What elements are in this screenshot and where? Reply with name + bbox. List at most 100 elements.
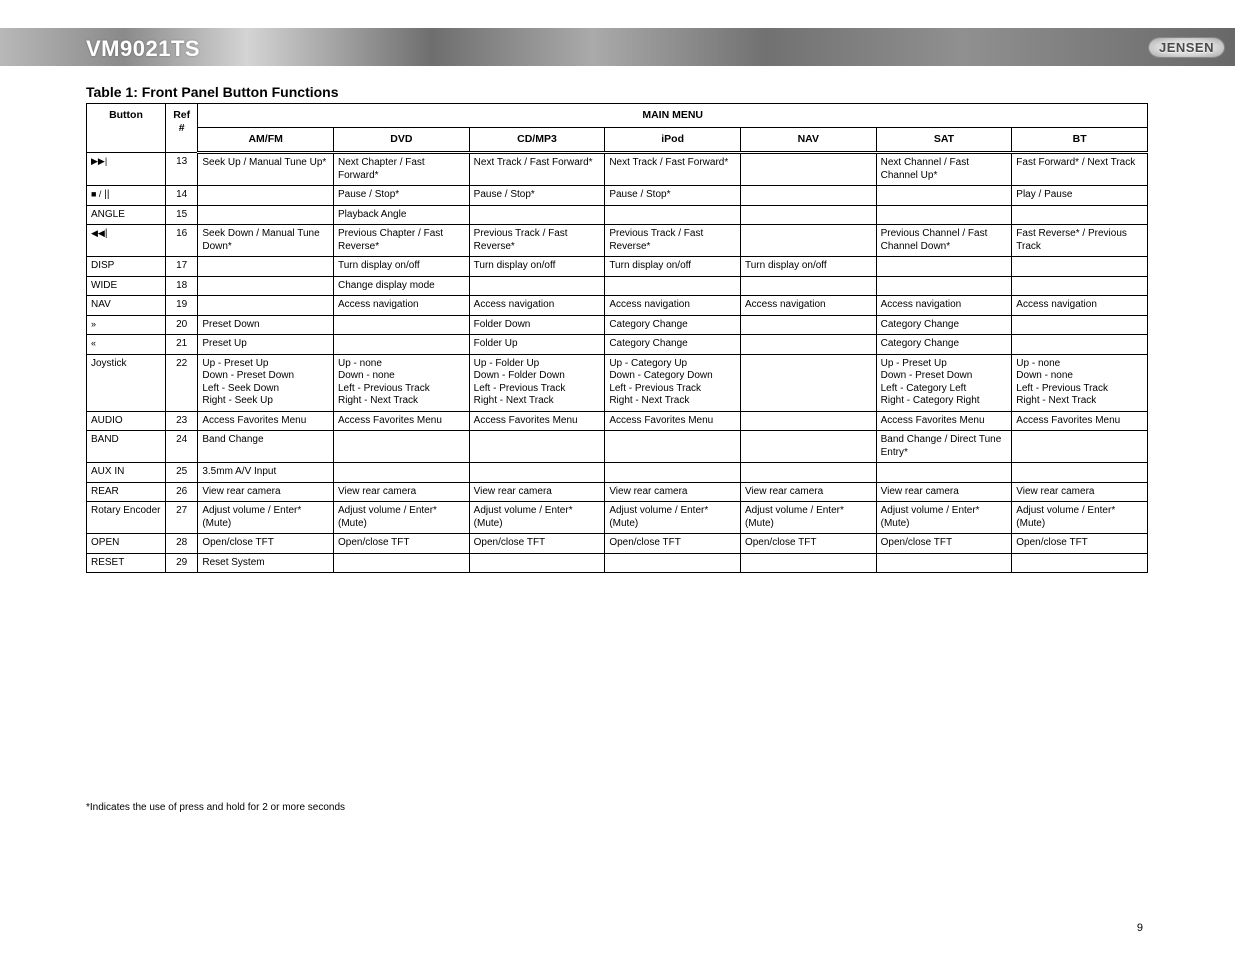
mode-cell: Previous Chapter / Fast Reverse*: [334, 225, 470, 257]
mode-cell: Turn display on/off: [469, 257, 605, 277]
mode-cell: [605, 276, 741, 296]
mode-cell: Playback Angle: [334, 205, 470, 225]
button-cell: BAND: [87, 431, 166, 463]
mode-cell: [605, 205, 741, 225]
mode-cell: Up - Preset UpDown - Preset DownLeft - C…: [876, 354, 1012, 411]
mode-cell: Category Change: [876, 335, 1012, 355]
button-cell: WIDE: [87, 276, 166, 296]
mode-cell: [740, 411, 876, 431]
mode-cell: Access Favorites Menu: [198, 411, 334, 431]
mode-cell: Seek Up / Manual Tune Up*: [198, 153, 334, 186]
col-ref: Ref #: [165, 104, 197, 153]
mode-cell: Category Change: [876, 315, 1012, 335]
col-button: Button: [87, 104, 166, 153]
mode-cell: Band Change: [198, 431, 334, 463]
mode-cell: [876, 553, 1012, 573]
mode-cell: [605, 463, 741, 483]
mode-cell: [198, 257, 334, 277]
mode-cell: Access navigation: [334, 296, 470, 316]
mode-cell: Pause / Stop*: [469, 186, 605, 206]
mode-cell: Up - Category UpDown - Category DownLeft…: [605, 354, 741, 411]
nav-up-icon: «: [91, 339, 96, 348]
mode-cell: Folder Up: [469, 335, 605, 355]
mode-cell: Play / Pause: [1012, 186, 1148, 206]
mode-dvd: DVD: [334, 128, 470, 153]
ref-cell: 16: [165, 225, 197, 257]
table-row: RESET29Reset System: [87, 553, 1148, 573]
mode-cell: Folder Down: [469, 315, 605, 335]
mode-cell: Next Track / Fast Forward*: [605, 153, 741, 186]
table-row: NAV19Access navigationAccess navigationA…: [87, 296, 1148, 316]
mode-cell: [334, 463, 470, 483]
mode-cell: Next Chapter / Fast Forward*: [334, 153, 470, 186]
table-row: AUX IN253.5mm A/V Input: [87, 463, 1148, 483]
mode-cell: Previous Channel / Fast Channel Down*: [876, 225, 1012, 257]
mode-cell: [334, 315, 470, 335]
button-cell: ■ / ||: [87, 186, 166, 206]
mode-cell: View rear camera: [198, 482, 334, 502]
mode-cell: Adjust volume / Enter* (Mute): [469, 502, 605, 534]
table-row: «21Preset UpFolder UpCategory ChangeCate…: [87, 335, 1148, 355]
mode-cell: Seek Down / Manual Tune Down*: [198, 225, 334, 257]
button-cell: Rotary Encoder: [87, 502, 166, 534]
mode-cell: Turn display on/off: [605, 257, 741, 277]
brand-logo: JENSEN: [1148, 37, 1225, 58]
table-row: »20Preset DownFolder DownCategory Change…: [87, 315, 1148, 335]
mode-cell: Open/close TFT: [469, 534, 605, 554]
table-row: DISP17Turn display on/offTurn display on…: [87, 257, 1148, 277]
mode-cell: [469, 553, 605, 573]
mode-cell: Access navigation: [605, 296, 741, 316]
mode-cell: Open/close TFT: [198, 534, 334, 554]
mode-cell: Adjust volume / Enter* (Mute): [605, 502, 741, 534]
mode-cell: [1012, 335, 1148, 355]
mode-cell: [469, 205, 605, 225]
mode-cell: [740, 186, 876, 206]
mode-cd: CD/MP3: [469, 128, 605, 153]
mode-cell: [1012, 553, 1148, 573]
mode-cell: [1012, 276, 1148, 296]
ref-cell: 17: [165, 257, 197, 277]
table-row: ◀◀|16Seek Down / Manual Tune Down*Previo…: [87, 225, 1148, 257]
col-mainmenu: MAIN MENU: [198, 104, 1148, 128]
mode-cell: [740, 276, 876, 296]
mode-cell: View rear camera: [605, 482, 741, 502]
ref-cell: 29: [165, 553, 197, 573]
ref-cell: 24: [165, 431, 197, 463]
mode-cell: Up - noneDown - noneLeft - Previous Trac…: [1012, 354, 1148, 411]
mode-cell: Category Change: [605, 315, 741, 335]
ref-cell: 15: [165, 205, 197, 225]
next-track-icon: ▶▶|: [91, 157, 107, 166]
page-number: 9: [1137, 922, 1143, 934]
mode-cell: Change display mode: [334, 276, 470, 296]
mode-cell: Adjust volume / Enter* (Mute): [198, 502, 334, 534]
mode-cell: Open/close TFT: [334, 534, 470, 554]
mode-cell: View rear camera: [334, 482, 470, 502]
mode-cell: Access navigation: [876, 296, 1012, 316]
mode-cell: Adjust volume / Enter* (Mute): [876, 502, 1012, 534]
button-cell: REAR: [87, 482, 166, 502]
mode-cell: [740, 335, 876, 355]
mode-cell: Next Track / Fast Forward*: [469, 153, 605, 186]
mode-amfm: AM/FM: [198, 128, 334, 153]
button-cell: AUX IN: [87, 463, 166, 483]
ref-cell: 25: [165, 463, 197, 483]
mode-cell: Open/close TFT: [1012, 534, 1148, 554]
ref-cell: 26: [165, 482, 197, 502]
table-row: ■ / ||14Pause / Stop*Pause / Stop*Pause …: [87, 186, 1148, 206]
mode-cell: [740, 315, 876, 335]
mode-cell: Access navigation: [740, 296, 876, 316]
mode-cell: [740, 553, 876, 573]
mode-cell: [334, 553, 470, 573]
mode-cell: Turn display on/off: [334, 257, 470, 277]
mode-cell: Open/close TFT: [605, 534, 741, 554]
ref-cell: 19: [165, 296, 197, 316]
button-cell: OPEN: [87, 534, 166, 554]
mode-cell: Fast Forward* / Next Track: [1012, 153, 1148, 186]
mode-cell: View rear camera: [469, 482, 605, 502]
button-cell: DISP: [87, 257, 166, 277]
button-cell: ANGLE: [87, 205, 166, 225]
button-cell: ▶▶|: [87, 153, 166, 186]
mode-ipod: iPod: [605, 128, 741, 153]
table-head: Button Ref # MAIN MENU AM/FM DVD CD/MP3 …: [87, 104, 1148, 153]
mode-cell: Adjust volume / Enter* (Mute): [334, 502, 470, 534]
